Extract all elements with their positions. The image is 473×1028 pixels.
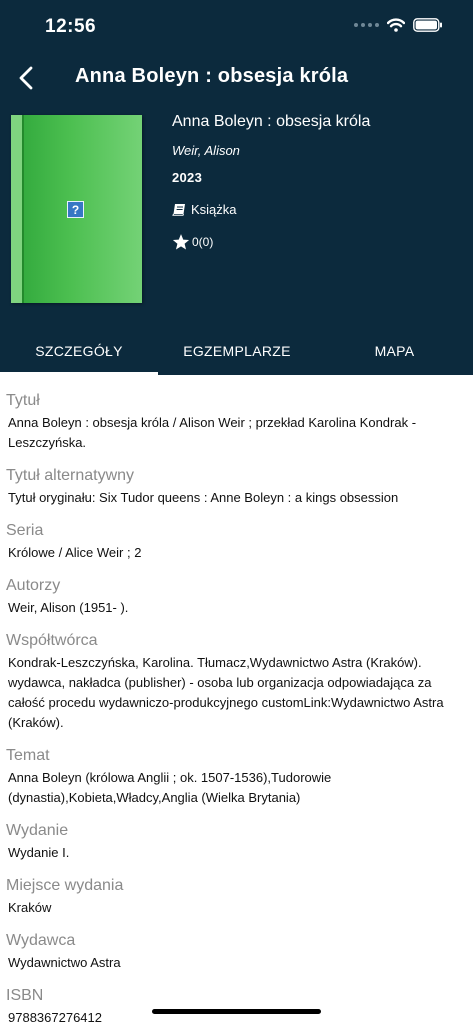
field-value: Królowe / Alice Weir ; 2 — [8, 545, 142, 560]
field-label: Wydawca — [6, 932, 76, 949]
field-contributor: Współtwórca Kondrak-Leszczyńska, Karolin… — [6, 631, 466, 733]
field-value: Anna Boleyn (królowa Anglii ; ok. 1507-1… — [8, 770, 332, 805]
cellular-signal-icon — [354, 23, 379, 27]
field-value: Anna Boleyn : obsesja króla / Alison Wei… — [8, 415, 417, 450]
field-value: Kraków — [8, 900, 52, 915]
field-label: Tytuł — [6, 392, 40, 409]
battery-icon — [413, 18, 442, 32]
book-icon — [172, 204, 185, 216]
status-bar: 12:56 — [0, 0, 473, 54]
field-value: Kondrak-Leszczyńska, Karolina. Tłumacz,W… — [8, 655, 444, 730]
status-time: 12:56 — [45, 16, 97, 37]
field-publication-place: Miejsce wydania Kraków — [6, 876, 466, 918]
active-tab-indicator — [0, 372, 158, 375]
tab-bar: SZCZEGÓŁY EGZEMPLARZE MAPA — [0, 327, 473, 375]
field-label: Miejsce wydania — [6, 877, 124, 894]
field-value: Wydawnictwo Astra — [8, 955, 121, 970]
field-label: ISBN — [6, 987, 44, 1004]
field-title: Tytuł Anna Boleyn : obsesja króla / Alis… — [6, 391, 466, 453]
missing-image-icon: ? — [67, 201, 84, 218]
home-indicator[interactable] — [152, 1009, 321, 1014]
page-title: Anna Boleyn : obsesja króla — [75, 65, 349, 87]
chevron-left-icon — [19, 66, 33, 90]
rating-value: 0(0) — [192, 235, 214, 249]
header: 12:56 Anna Boleyn : obsesja króla ? Anna… — [0, 0, 473, 375]
book-type-label: Książka — [191, 202, 237, 217]
field-label: Wydanie — [6, 822, 69, 839]
field-value: Wydanie I. — [8, 845, 70, 860]
cover-spine — [11, 115, 24, 303]
field-value: Weir, Alison (1951- ). — [8, 600, 129, 615]
tab-copies-label: EGZEMPLARZE — [183, 343, 291, 359]
book-cover: ? — [11, 115, 142, 303]
field-subject: Temat Anna Boleyn (królowa Anglii ; ok. … — [6, 746, 466, 808]
navigation-bar: Anna Boleyn : obsesja króla — [0, 54, 473, 102]
field-alternative-title: Tytuł alternatywny Tytuł oryginału: Six … — [6, 466, 466, 508]
field-label: Współtwórca — [6, 632, 98, 649]
tab-details[interactable]: SZCZEGÓŁY — [0, 327, 158, 375]
field-isbn: ISBN 9788367276412 — [6, 986, 466, 1028]
book-year: 2023 — [172, 170, 203, 185]
field-label: Seria — [6, 522, 44, 539]
book-type: Książka — [172, 202, 237, 217]
field-value: Tytuł oryginału: Six Tudor queens : Anne… — [8, 490, 399, 505]
tab-map[interactable]: MAPA — [316, 327, 473, 375]
tab-details-label: SZCZEGÓŁY — [35, 343, 123, 359]
book-rating: 0(0) — [172, 233, 213, 251]
book-author: Weir, Alison — [172, 143, 240, 158]
wifi-icon — [387, 18, 405, 32]
back-button[interactable] — [8, 60, 44, 96]
book-title: Anna Boleyn : obsesja króla — [172, 113, 371, 130]
tab-map-label: MAPA — [374, 343, 415, 359]
status-icons — [354, 18, 443, 32]
field-authors: Autorzy Weir, Alison (1951- ). — [6, 576, 466, 618]
field-label: Autorzy — [6, 577, 61, 594]
field-series: Seria Królowe / Alice Weir ; 2 — [6, 521, 466, 563]
star-icon — [172, 234, 190, 250]
field-edition: Wydanie Wydanie I. — [6, 821, 466, 863]
field-label: Tytuł alternatywny — [6, 467, 135, 484]
tab-copies[interactable]: EGZEMPLARZE — [158, 327, 316, 375]
field-label: Temat — [6, 747, 50, 764]
field-publisher: Wydawca Wydawnictwo Astra — [6, 931, 466, 973]
